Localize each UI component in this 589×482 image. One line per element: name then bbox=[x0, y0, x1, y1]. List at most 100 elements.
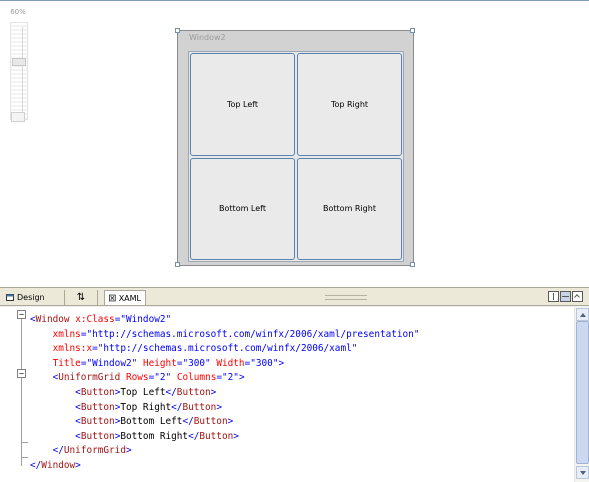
view-tab-bar: Design ⇅ XAML bbox=[0, 287, 589, 306]
bottom-right-button[interactable]: Bottom Right bbox=[297, 157, 402, 260]
zoom-fit-icon[interactable] bbox=[11, 112, 25, 122]
xaml-editor[interactable]: − − <Window x:Class="Window2" xmlns="htt… bbox=[0, 306, 589, 482]
code-line: <Button>Bottom Left</Button> bbox=[30, 415, 420, 430]
code-token: =" bbox=[244, 357, 256, 369]
split-horizontal-icon[interactable] bbox=[560, 291, 571, 302]
code-token: " bbox=[165, 314, 172, 325]
code-token: xmlns:x bbox=[52, 343, 93, 355]
code-line: <Window x:Class="Window2" bbox=[30, 313, 420, 328]
code-token: > bbox=[125, 445, 132, 457]
code-token: Width bbox=[216, 357, 245, 369]
fold-toggle-icon[interactable]: − bbox=[17, 369, 26, 378]
code-token: Window bbox=[41, 459, 76, 471]
scroll-up-button[interactable] bbox=[576, 308, 589, 321]
zoom-slider[interactable] bbox=[10, 22, 28, 120]
code-token: > bbox=[210, 386, 217, 398]
code-token: =" bbox=[80, 357, 93, 369]
scroll-down-button[interactable] bbox=[576, 466, 589, 479]
bottom-left-button[interactable]: Bottom Left bbox=[190, 157, 295, 260]
code-line: xmlns:x="http://schemas.microsoft.com/wi… bbox=[30, 342, 420, 357]
code-token: " bbox=[413, 328, 420, 340]
outline-end-marker bbox=[21, 457, 28, 458]
code-token: </ bbox=[30, 459, 42, 471]
collapse-pane-icon[interactable] bbox=[572, 291, 583, 302]
resize-handle-bottom-left[interactable] bbox=[175, 262, 180, 267]
resize-handle-top-right[interactable] bbox=[410, 28, 415, 33]
code-token: Window bbox=[35, 314, 70, 325]
code-token: </ bbox=[182, 416, 194, 428]
uniform-grid[interactable]: Top Left Top Right Bottom Left Bottom Ri… bbox=[188, 51, 404, 262]
vertical-scrollbar[interactable] bbox=[574, 307, 589, 482]
pane-layout-buttons bbox=[548, 291, 583, 302]
resize-handle-top-left[interactable] bbox=[175, 28, 180, 33]
zoom-control[interactable]: 60% bbox=[6, 8, 30, 123]
code-line: </UniformGrid> bbox=[30, 444, 420, 459]
code-line: <UniformGrid Rows="2" Columns="2"> bbox=[30, 371, 420, 386]
zoom-slider-track bbox=[22, 27, 23, 113]
code-token: Columns bbox=[176, 372, 217, 384]
code-token: Window2 bbox=[92, 357, 132, 369]
code-token: Top Right bbox=[120, 401, 172, 413]
code-token: =" bbox=[148, 372, 160, 384]
code-token: =" bbox=[216, 372, 228, 384]
fold-toggle-icon[interactable]: − bbox=[17, 310, 26, 319]
code-token: Bottom Left bbox=[120, 416, 183, 428]
code-token: 300 bbox=[255, 357, 273, 369]
code-token: UniformGrid bbox=[58, 372, 121, 384]
code-token: http://schemas.microsoft.com/winfx/2006/… bbox=[103, 343, 352, 355]
resize-handle-bottom-right[interactable] bbox=[410, 262, 415, 267]
design-view-icon bbox=[6, 293, 14, 301]
code-line: xmlns="http://schemas.microsoft.com/winf… bbox=[30, 328, 420, 343]
grid-layout: Top Left Top Right Bottom Left Bottom Ri… bbox=[190, 53, 402, 260]
code-line: <Button>Top Left</Button> bbox=[30, 386, 420, 401]
code-token: > bbox=[216, 401, 222, 413]
scrollbar-thumb[interactable] bbox=[576, 321, 589, 464]
code-token: =" bbox=[114, 314, 126, 325]
window-preview[interactable]: Window2 Top Left Top Right Bottom Left B… bbox=[177, 30, 414, 266]
code-token: =" bbox=[80, 328, 93, 340]
code-token: 300 bbox=[188, 357, 206, 369]
code-text[interactable]: <Window x:Class="Window2" xmlns="http://… bbox=[30, 313, 420, 474]
code-token: " bbox=[351, 343, 358, 355]
top-border bbox=[0, 0, 589, 1]
code-token: Window2 bbox=[126, 314, 166, 325]
top-right-button[interactable]: Top Right bbox=[297, 53, 402, 156]
code-token: Button bbox=[176, 386, 211, 398]
swap-panes-icon: ⇅ bbox=[76, 292, 86, 303]
xaml-file-icon bbox=[109, 294, 116, 302]
code-token: Title bbox=[52, 357, 81, 369]
code-token: xmlns bbox=[52, 328, 81, 340]
swap-panes-button[interactable]: ⇅ bbox=[64, 290, 98, 305]
design-surface[interactable]: 60% Window2 Top Left Top Right Bottom Le… bbox=[0, 0, 589, 287]
splitter-grip[interactable] bbox=[325, 295, 367, 300]
code-line: <Button>Bottom Right</Button> bbox=[30, 430, 420, 445]
code-token: "> bbox=[233, 372, 245, 384]
code-token: Button bbox=[182, 401, 217, 413]
zoom-slider-thumb[interactable] bbox=[12, 58, 26, 66]
code-token: Bottom Right bbox=[120, 430, 189, 442]
tab-design[interactable]: Design bbox=[2, 290, 62, 305]
code-token: </ bbox=[171, 401, 183, 413]
tab-xaml[interactable]: XAML bbox=[104, 290, 146, 305]
code-token: Button bbox=[80, 416, 115, 428]
code-token: Rows bbox=[125, 372, 149, 384]
code-token: > bbox=[75, 459, 81, 471]
code-token: > bbox=[227, 416, 234, 428]
tab-xaml-label: XAML bbox=[118, 293, 141, 303]
split-vertical-icon[interactable] bbox=[548, 291, 559, 302]
code-token: </ bbox=[188, 430, 200, 442]
code-token: Button bbox=[80, 401, 115, 413]
code-line: Title="Window2" Height="300" Width="300"… bbox=[30, 357, 420, 372]
code-token: x:Class bbox=[75, 314, 115, 325]
code-token: Button bbox=[80, 386, 115, 398]
top-left-button[interactable]: Top Left bbox=[190, 53, 295, 156]
code-token: > bbox=[233, 430, 239, 442]
code-token: Button bbox=[80, 430, 115, 442]
code-token: http://schemas.microsoft.com/winfx/2006/… bbox=[92, 328, 414, 340]
